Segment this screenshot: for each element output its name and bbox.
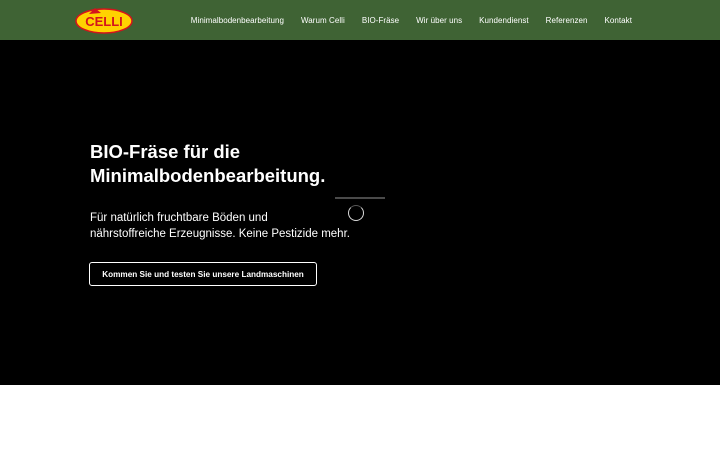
hero-subtitle-line-2: nährstoffreiche Erzeugnisse. Keine Pesti… (90, 228, 350, 240)
hero-subtitle-line-1: Für natürlich fruchtbare Böden und (90, 212, 268, 224)
main-nav: Minimalbodenbearbeitung Warum Celli BIO-… (191, 0, 632, 40)
content-area (0, 385, 720, 450)
svg-text:CELLI: CELLI (85, 14, 123, 29)
loading-spinner-icon (348, 205, 364, 221)
loading-bar (335, 197, 385, 199)
hero-section: BIO-Fräse für die Minimalbodenbearbeitun… (0, 40, 720, 385)
nav-kundendienst[interactable]: Kundendienst (479, 16, 529, 25)
nav-referenzen[interactable]: Referenzen (546, 16, 588, 25)
nav-minimalbodenbearbeitung[interactable]: Minimalbodenbearbeitung (191, 16, 284, 25)
nav-warum-celli[interactable]: Warum Celli (301, 16, 345, 25)
hero-title-line-2: Minimalbodenbearbeitung. (90, 165, 326, 186)
hero-subtitle: Für natürlich fruchtbare Böden und nährs… (90, 210, 380, 242)
nav-wir-ueber-uns[interactable]: Wir über uns (416, 16, 462, 25)
celli-logo[interactable]: CELLI (75, 6, 133, 34)
nav-kontakt[interactable]: Kontakt (605, 16, 632, 25)
hero-title-line-1: BIO-Fräse für die (90, 141, 241, 162)
hero-title: BIO-Fräse für die Minimalbodenbearbeitun… (90, 140, 390, 188)
site-header: CELLI Minimalbodenbearbeitung Warum Cell… (0, 0, 720, 40)
test-machines-button[interactable]: Kommen Sie und testen Sie unsere Landmas… (89, 262, 317, 286)
celli-logo-icon: CELLI (75, 8, 133, 34)
nav-bio-fraese[interactable]: BIO-Fräse (362, 16, 399, 25)
